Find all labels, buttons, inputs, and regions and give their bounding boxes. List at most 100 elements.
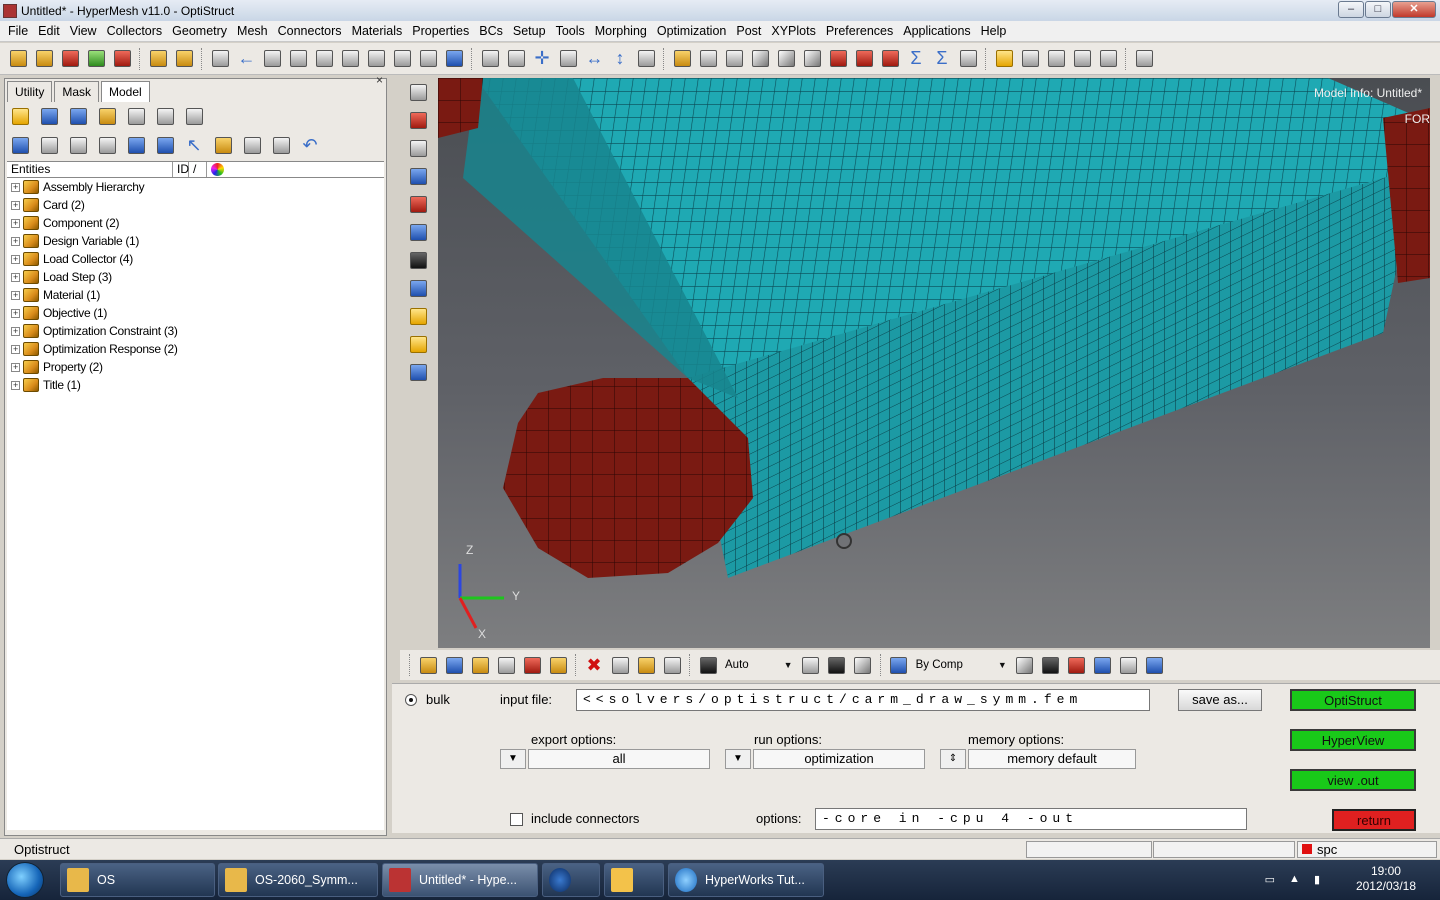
color-mode-icon[interactable] [123, 132, 149, 158]
tab-model[interactable]: Model [101, 81, 150, 102]
property-collector-icon[interactable] [468, 653, 492, 677]
label-abc-down-icon[interactable] [406, 332, 430, 356]
start-button-icon[interactable] [6, 862, 44, 898]
layout-two-icon[interactable] [1018, 47, 1042, 71]
save-as-button[interactable]: save as... [1178, 689, 1262, 711]
mesh-lines-icon[interactable] [852, 47, 876, 71]
set-view-icon[interactable] [152, 103, 178, 129]
wireframe-cube-icon[interactable] [748, 47, 772, 71]
binoculars-icon[interactable] [406, 248, 430, 272]
menu-properties[interactable]: Properties [407, 24, 474, 38]
shading-mode-icon[interactable] [825, 653, 849, 677]
view-side-icon[interactable] [406, 136, 430, 160]
taskbar-item-mail[interactable] [604, 863, 664, 897]
chevron-down-icon[interactable]: ▼ [500, 749, 526, 769]
load-collector-view-icon[interactable] [123, 103, 149, 129]
optimization-view-icon[interactable] [181, 103, 207, 129]
taskbar-item-folder[interactable]: OS-2060_Symm... [218, 863, 378, 897]
view-top-icon[interactable] [406, 80, 430, 104]
menu-xyplots[interactable]: XYPlots [766, 24, 820, 38]
menu-mesh[interactable]: Mesh [232, 24, 273, 38]
menu-file[interactable]: File [3, 24, 33, 38]
delete-x-icon[interactable]: ✖ [582, 653, 606, 677]
taskbar-item-globe[interactable] [542, 863, 600, 897]
color-by-label[interactable]: By Comp [913, 659, 966, 671]
organize-icon[interactable] [546, 653, 570, 677]
memory-options-select[interactable]: memory default [968, 749, 1136, 769]
tree-item-design-variable[interactable]: + Design Variable (1) [7, 232, 384, 250]
component-collector-icon[interactable] [416, 653, 440, 677]
new-model-icon[interactable] [6, 47, 30, 71]
isolate-icon[interactable] [152, 132, 178, 158]
minimize-button[interactable]: – [1338, 1, 1364, 18]
display-mode-icon[interactable] [7, 132, 33, 158]
cylinder-icon[interactable] [722, 47, 746, 71]
expand-icon[interactable]: + [11, 200, 20, 210]
tree-item-load-step[interactable]: + Load Step (3) [7, 268, 384, 286]
tree-item-assembly-hierarchy[interactable]: + Assembly Hierarchy [7, 178, 384, 196]
transparent-cube-icon[interactable] [774, 47, 798, 71]
menu-help[interactable]: Help [976, 24, 1012, 38]
export-options-select[interactable]: all [528, 749, 710, 769]
return-button[interactable]: return [1332, 809, 1416, 831]
import-icon[interactable] [84, 47, 108, 71]
expand-icon[interactable]: + [11, 254, 20, 264]
view-out-button[interactable]: view .out [1290, 769, 1416, 791]
save-model-icon[interactable] [58, 47, 82, 71]
collapse-all-icon[interactable] [65, 132, 91, 158]
by-comp-icon[interactable] [887, 653, 911, 677]
menu-materials[interactable]: Materials [347, 24, 408, 38]
expand-icon[interactable]: + [11, 182, 20, 192]
arrows-horizontal-icon[interactable]: ↔ [582, 47, 606, 71]
rotate-free-icon[interactable] [390, 47, 414, 71]
menu-bcs[interactable]: BCs [474, 24, 508, 38]
tree-item-optimization-response[interactable]: + Optimization Response (2) [7, 340, 384, 358]
taskbar-item-hypermesh[interactable]: Untitled* - Hype... [382, 863, 538, 897]
expand-icon[interactable]: + [11, 344, 20, 354]
sort-column-header[interactable]: / [189, 162, 207, 177]
layout-grid-icon[interactable] [1096, 47, 1120, 71]
label-abc-icon[interactable] [406, 304, 430, 328]
find-attached-icon[interactable] [660, 653, 684, 677]
sigma-list-icon[interactable]: Σ [930, 47, 954, 71]
shaded-cube-icon[interactable] [800, 47, 824, 71]
tree-item-material[interactable]: + Material (1) [7, 286, 384, 304]
rotate-z-icon[interactable] [364, 47, 388, 71]
material-view-icon[interactable] [65, 103, 91, 129]
export-icon[interactable] [110, 47, 134, 71]
chevron-down-icon[interactable]: ▼ [784, 660, 793, 670]
wireframe-elements-icon[interactable] [1013, 653, 1037, 677]
expand-icon[interactable]: + [11, 236, 20, 246]
calculator-icon[interactable] [956, 47, 980, 71]
taskbar-item-os[interactable]: OS [60, 863, 215, 897]
color-column-icon[interactable] [211, 163, 224, 176]
zoom-window-icon[interactable] [478, 47, 502, 71]
expand-icon[interactable]: + [11, 308, 20, 318]
system-clock[interactable]: 19:00 2012/03/18 [1356, 864, 1416, 894]
element-view-icon[interactable] [851, 653, 875, 677]
component-view-icon[interactable] [7, 103, 33, 129]
numbers-icon[interactable] [406, 276, 430, 300]
tree-item-objective[interactable]: + Objective (1) [7, 304, 384, 322]
expand-all-icon[interactable] [36, 132, 62, 158]
view-bottom-icon[interactable] [406, 192, 430, 216]
entities-column-header[interactable]: Entities [7, 162, 173, 177]
filter-icon[interactable] [94, 132, 120, 158]
plane-elements-icon[interactable] [1065, 653, 1089, 677]
element-shading-icon[interactable] [826, 47, 850, 71]
grid-icon[interactable] [1117, 653, 1141, 677]
menu-setup[interactable]: Setup [508, 24, 551, 38]
show-hide-eye-icon[interactable] [239, 132, 265, 158]
view-iso-icon[interactable] [406, 164, 430, 188]
open-model-icon[interactable] [32, 47, 56, 71]
menu-optimization[interactable]: Optimization [652, 24, 731, 38]
load-collector-icon[interactable] [520, 653, 544, 677]
close-button[interactable]: ✕ [1392, 1, 1436, 18]
close-panel-icon[interactable]: × [376, 73, 383, 87]
expand-icon[interactable]: + [11, 272, 20, 282]
shrink-elements-icon[interactable] [1091, 653, 1115, 677]
rotate-view-icon[interactable] [799, 653, 823, 677]
unmask-icon[interactable] [634, 653, 658, 677]
up-down-arrows-icon[interactable]: ⇕ [940, 749, 966, 769]
menu-view[interactable]: View [65, 24, 102, 38]
